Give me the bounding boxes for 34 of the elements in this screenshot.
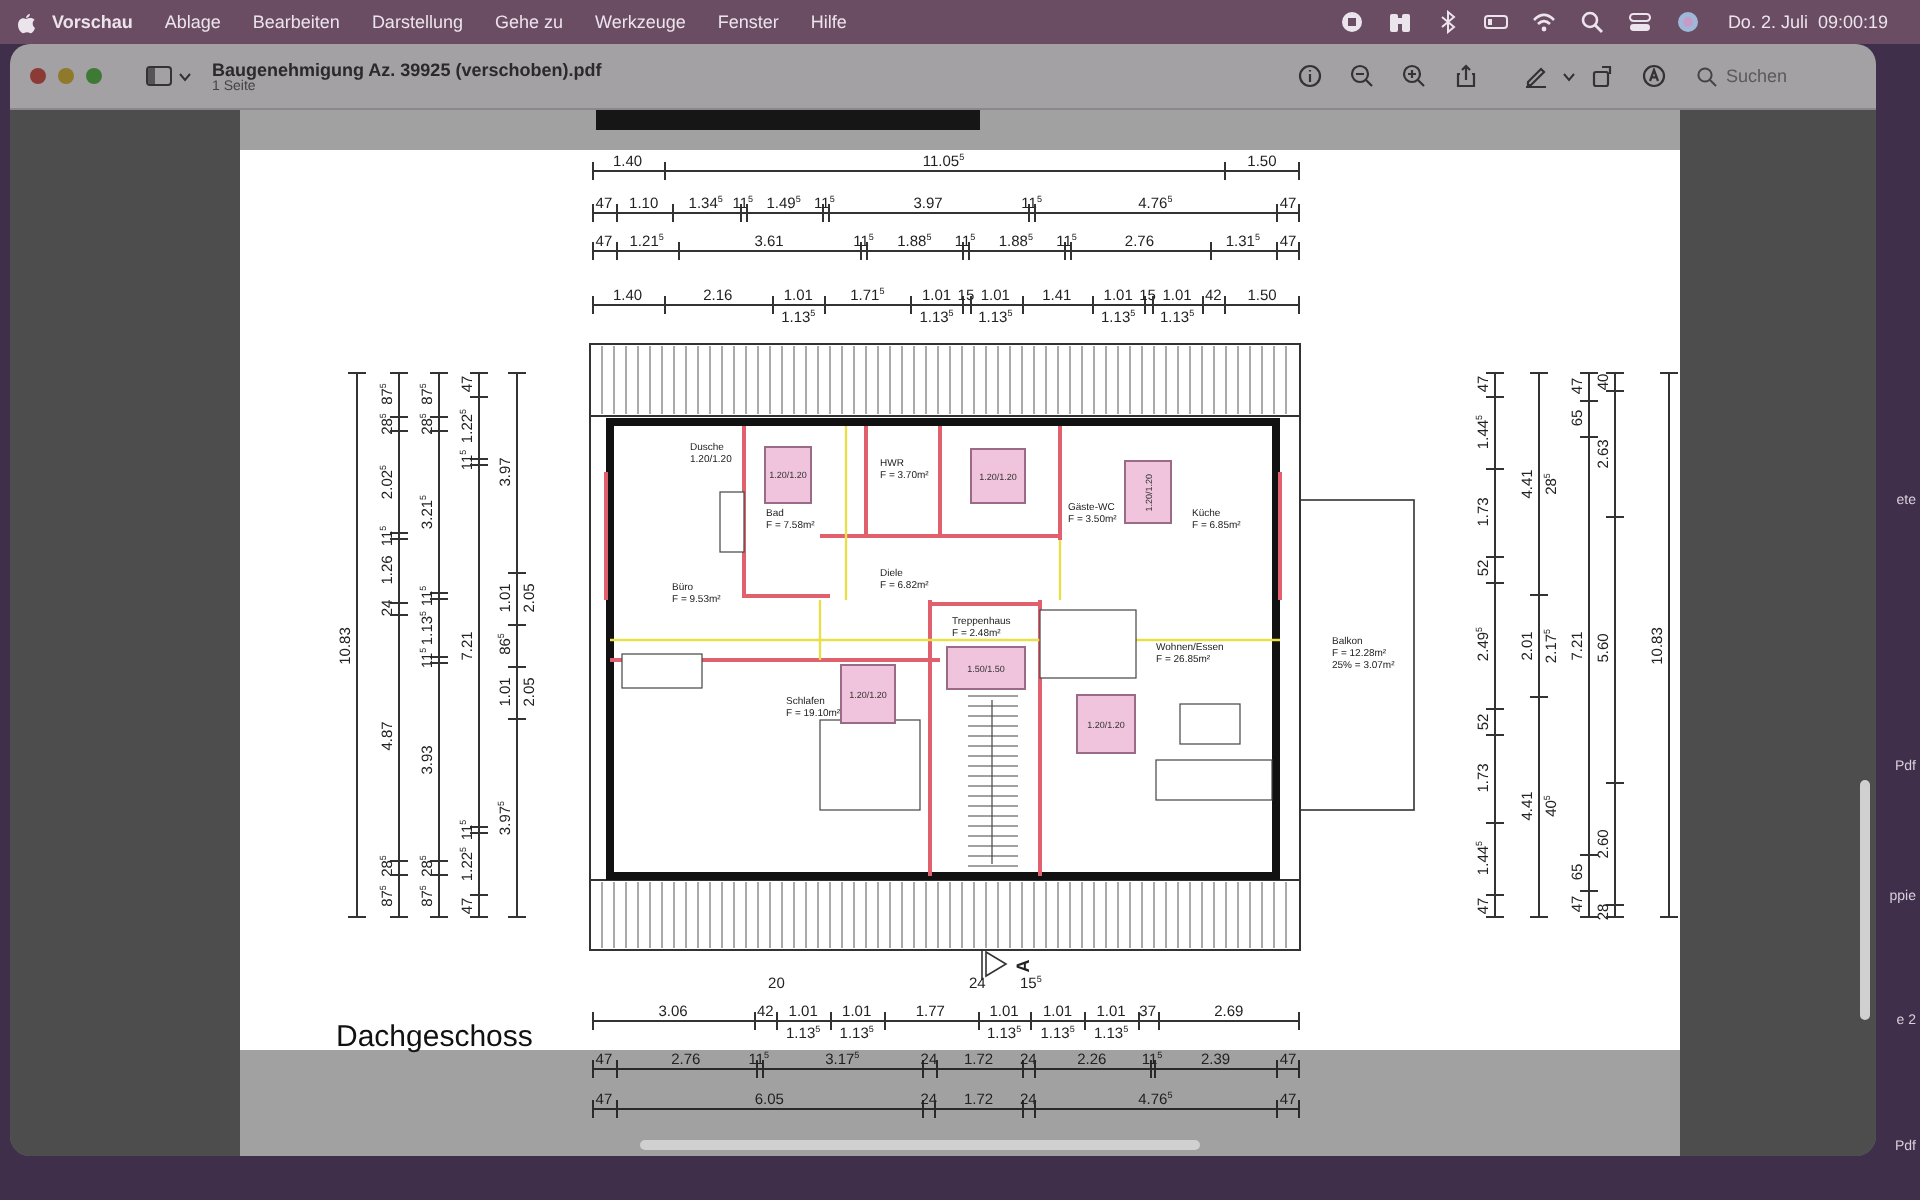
share-icon[interactable] xyxy=(1454,64,1478,88)
app-menu[interactable]: Vorschau xyxy=(36,12,149,32)
horizontal-scrollbar[interactable] xyxy=(640,1140,1200,1150)
menu-item[interactable]: Gehe zu xyxy=(478,12,579,32)
info-icon[interactable] xyxy=(1298,64,1322,88)
caret-icon[interactable] xyxy=(178,71,192,81)
control-center-icon[interactable] xyxy=(1627,10,1652,34)
markup-icon[interactable] xyxy=(1642,64,1666,88)
vertical-scrollbar[interactable] xyxy=(1860,780,1870,1020)
zoom-out-icon[interactable] xyxy=(1350,64,1374,88)
menu-item[interactable]: Fenster xyxy=(701,12,795,32)
menu-item[interactable]: Werkzeuge xyxy=(579,12,702,32)
search-icon xyxy=(1696,65,1718,87)
battery-icon[interactable] xyxy=(1483,10,1508,34)
menu-item[interactable]: Ablage xyxy=(148,12,237,32)
search-field[interactable]: Suchen xyxy=(1726,66,1846,86)
wifi-icon[interactable] xyxy=(1531,10,1556,34)
search-icon[interactable] xyxy=(1579,10,1604,34)
caret-icon[interactable] xyxy=(1562,71,1576,81)
pen-icon[interactable] xyxy=(1524,64,1548,88)
apple-logo-icon[interactable] xyxy=(16,10,36,34)
section-label: A xyxy=(1012,959,1033,973)
drawing-caption: Dachgeschoss xyxy=(336,1020,533,1054)
record-icon[interactable] xyxy=(1339,10,1364,34)
menu-item[interactable]: Bearbeiten xyxy=(236,12,356,32)
menu-item[interactable]: Darstellung xyxy=(355,12,479,32)
close-button[interactable] xyxy=(30,68,46,84)
document-title: Baugenehmigung Az. 39925 (verschoben).pdf xyxy=(212,59,602,79)
menu-item[interactable]: Hilfe xyxy=(794,12,863,32)
siri-icon[interactable] xyxy=(1675,10,1700,34)
rotate-icon[interactable] xyxy=(1590,64,1614,88)
zoom-in-icon[interactable] xyxy=(1402,64,1426,88)
clock[interactable]: Do. 2. Juli 09:00:19 xyxy=(1711,12,1904,32)
sidebar-icon[interactable] xyxy=(146,66,172,86)
